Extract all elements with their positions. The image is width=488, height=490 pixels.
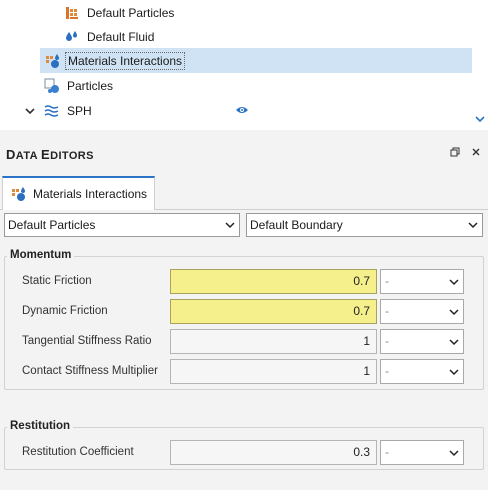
chevron-down-icon <box>449 339 459 346</box>
static-friction-unit-select[interactable]: - <box>380 269 464 294</box>
particles-material-icon <box>64 5 80 21</box>
materials-interactions-icon <box>11 186 27 202</box>
material-b-select[interactable]: Default Boundary <box>246 213 483 237</box>
material-b-value: Default Boundary <box>250 218 343 232</box>
restitution-coefficient-label: Restitution Coefficient <box>22 446 134 458</box>
tree-item-label: SPH <box>67 103 92 118</box>
tree-item-label: Default Particles <box>87 5 175 20</box>
chevron-down-icon <box>449 279 459 286</box>
fluid-drop-icon <box>64 29 80 45</box>
tree-item-default-fluid[interactable]: Default Fluid <box>64 24 154 49</box>
tab-materials-interactions[interactable]: Materials Interactions <box>2 176 155 210</box>
tree-item-particles[interactable]: Particles <box>44 73 113 98</box>
restitution-group-title: Restitution <box>7 420 74 432</box>
chevron-down-icon <box>468 222 478 229</box>
tree-item-label: Materials Interactions <box>65 51 186 70</box>
chevron-down-icon <box>449 369 459 376</box>
tab-label: Materials Interactions <box>33 187 148 201</box>
restitution-coefficient-unit-select[interactable]: - <box>380 440 464 465</box>
close-icon[interactable] <box>470 146 482 158</box>
unit-value: - <box>385 334 389 348</box>
dynamic-friction-label: Dynamic Friction <box>22 305 108 317</box>
chevron-down-icon <box>449 309 459 316</box>
momentum-group-title: Momentum <box>7 249 75 261</box>
restitution-coefficient-input[interactable]: 0.3 <box>170 440 377 465</box>
contact-stiffness-multiplier-unit-select[interactable]: - <box>380 359 464 384</box>
contact-stiffness-multiplier-input[interactable]: 1 <box>170 359 377 384</box>
panel-title: DATA EDITORS <box>6 147 94 162</box>
expand-chevron-icon[interactable] <box>24 105 36 117</box>
tangential-stiffness-ratio-unit-select[interactable]: - <box>380 329 464 354</box>
project-tree: Default Particles Default Fluid Material… <box>0 0 488 130</box>
dynamic-friction-unit-select[interactable]: - <box>380 299 464 324</box>
material-a-value: Default Particles <box>8 218 96 232</box>
material-a-select[interactable]: Default Particles <box>4 213 240 237</box>
chevron-down-icon <box>449 450 459 457</box>
tree-item-materials-interactions[interactable]: Materials Interactions <box>40 48 472 73</box>
tree-item-label: Default Fluid <box>87 29 155 44</box>
float-window-icon[interactable] <box>449 146 461 158</box>
static-friction-input[interactable]: 0.7 <box>170 269 377 294</box>
unit-value: - <box>385 445 389 459</box>
sph-waves-icon <box>44 103 60 119</box>
tangential-stiffness-ratio-input[interactable]: 1 <box>170 329 377 354</box>
materials-interactions-icon <box>45 53 61 69</box>
particles-icon <box>44 78 60 94</box>
data-editors-panel: DATA EDITORS Materials Interactions Defa… <box>0 130 488 490</box>
chevron-down-icon <box>225 222 235 229</box>
unit-value: - <box>385 304 389 318</box>
eye-visibility-icon[interactable] <box>235 105 249 115</box>
tangential-stiffness-ratio-label: Tangential Stiffness Ratio <box>22 335 152 347</box>
tree-item-sph[interactable]: SPH <box>44 98 92 123</box>
unit-value: - <box>385 274 389 288</box>
tree-item-label: Particles <box>67 78 114 93</box>
tree-item-default-particles[interactable]: Default Particles <box>64 0 174 25</box>
dynamic-friction-input[interactable]: 0.7 <box>170 299 377 324</box>
scroll-down-chevron-icon[interactable] <box>474 113 486 125</box>
unit-value: - <box>385 364 389 378</box>
static-friction-label: Static Friction <box>22 275 92 287</box>
panel-header: DATA EDITORS <box>0 130 488 176</box>
contact-stiffness-multiplier-label: Contact Stiffness Multiplier <box>22 365 158 377</box>
